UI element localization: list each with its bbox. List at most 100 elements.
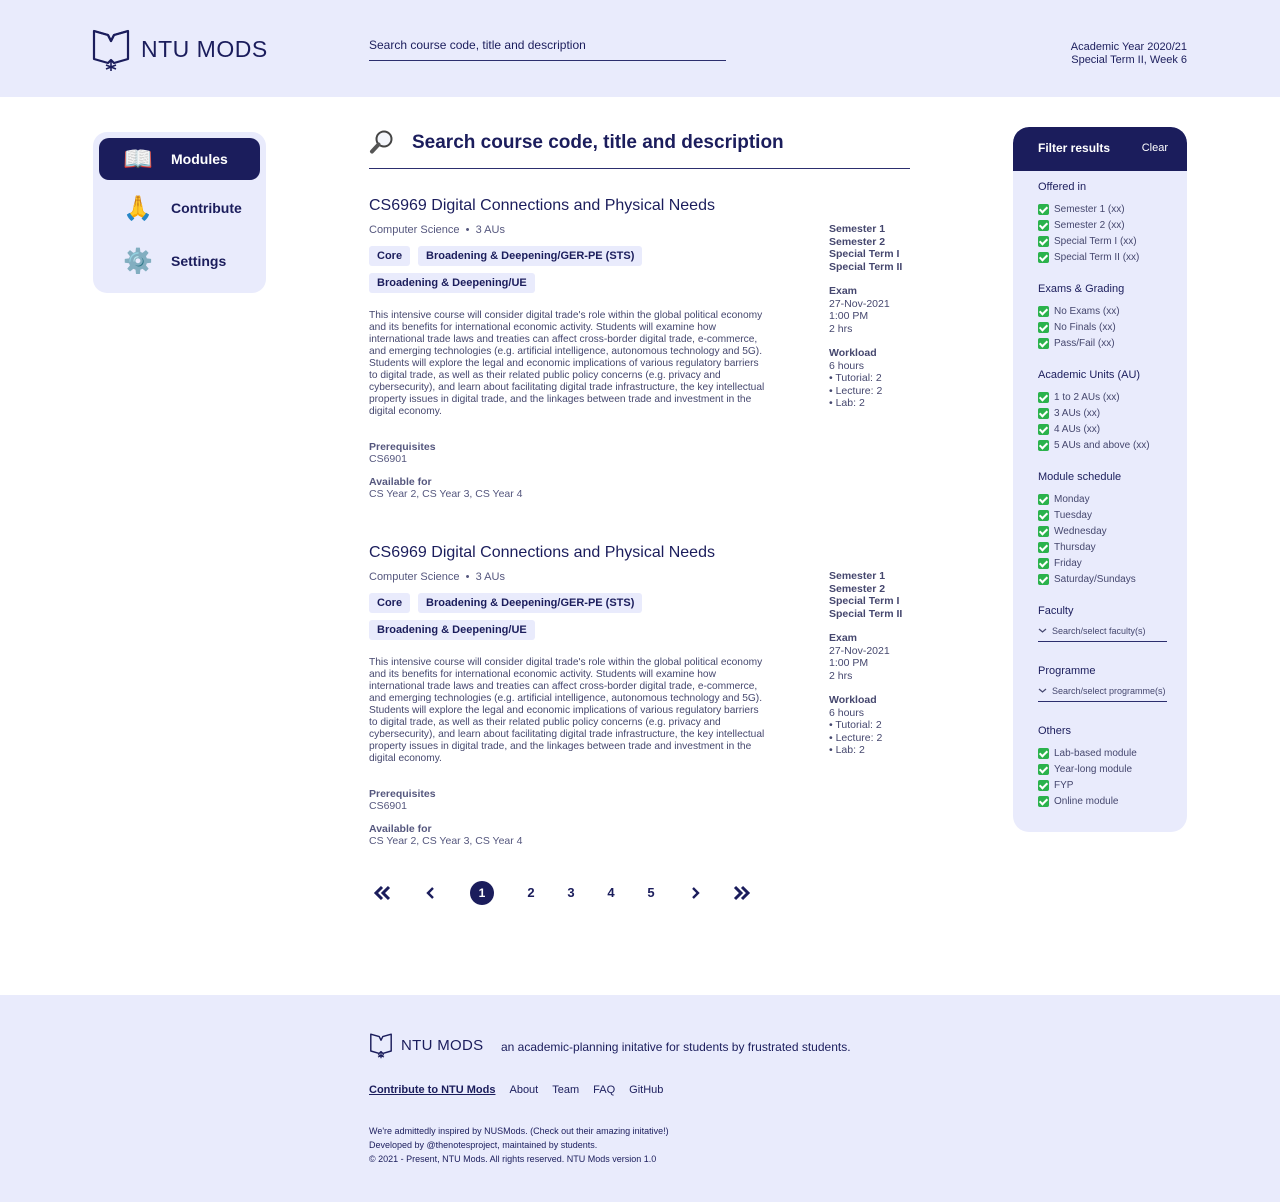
module-card: CS6969 Digital Connections and Physical … xyxy=(369,544,929,854)
footer: NTU MODS an academic-planning initative … xyxy=(0,995,1280,1202)
available-value: CS Year 2, CS Year 3, CS Year 4 xyxy=(369,835,523,847)
tag-ger-pe[interactable]: Broadening & Deepening/GER-PE (STS) xyxy=(418,593,643,613)
tag-ue[interactable]: Broadening & Deepening/UE xyxy=(369,620,535,640)
programme-select[interactable]: Search/select programme(s) xyxy=(1038,686,1167,702)
exam-label: Exam xyxy=(829,632,858,644)
footer-logo[interactable]: NTU MODS xyxy=(369,1031,483,1059)
footer-link-about[interactable]: About xyxy=(509,1084,538,1096)
page-1-button[interactable]: 1 xyxy=(470,881,494,905)
filter-option[interactable]: Semester 1 (xx) xyxy=(1038,203,1125,215)
page-3-button[interactable]: 3 xyxy=(561,880,581,906)
logo[interactable]: NTU MODS xyxy=(91,27,268,71)
filter-option[interactable]: Special Term II (xx) xyxy=(1038,251,1139,263)
filter-option[interactable]: Year-long module xyxy=(1038,763,1132,775)
checkbox-checked-icon xyxy=(1038,779,1049,791)
filter-option[interactable]: Wednesday xyxy=(1038,525,1107,537)
page-5-button[interactable]: 5 xyxy=(641,880,661,906)
footer-link-faq[interactable]: FAQ xyxy=(593,1084,615,1096)
filter-option[interactable]: Lab-based module xyxy=(1038,747,1137,759)
tag-ger-pe[interactable]: Broadening & Deepening/GER-PE (STS) xyxy=(418,246,643,266)
page-2-button[interactable]: 2 xyxy=(521,880,541,906)
filter-option[interactable]: FYP xyxy=(1038,779,1073,791)
checkbox-checked-icon xyxy=(1038,321,1049,333)
workload-hours: 6 hours xyxy=(829,359,865,372)
available-label: Available for xyxy=(369,823,432,835)
module-meta: Computer Science • 3 AUs xyxy=(369,224,505,236)
page-4-button[interactable]: 4 xyxy=(601,880,621,906)
filter-option[interactable]: Thursday xyxy=(1038,541,1096,553)
logo-text: NTU MODS xyxy=(141,35,268,62)
tag-core[interactable]: Core xyxy=(369,246,411,266)
filter-option[interactable]: 3 AUs (xx) xyxy=(1038,407,1100,419)
footer-link-team[interactable]: Team xyxy=(552,1084,579,1096)
pagination: 1 2 3 4 5 xyxy=(369,880,769,906)
filter-option[interactable]: Pass/Fail (xx) xyxy=(1038,337,1115,349)
clear-filters-button[interactable]: Clear xyxy=(1142,142,1168,154)
filter-option[interactable]: Friday xyxy=(1038,557,1082,569)
option-label: No Finals (xx) xyxy=(1054,321,1116,333)
filter-option[interactable]: Saturday/Sundays xyxy=(1038,573,1136,585)
option-label: Lab-based module xyxy=(1054,747,1137,759)
filter-option[interactable]: Special Term I (xx) xyxy=(1038,235,1137,247)
option-label: Friday xyxy=(1054,557,1082,569)
section-exams: Exams & Grading xyxy=(1038,283,1125,295)
filter-option[interactable]: Tuesday xyxy=(1038,509,1092,521)
next-page-button[interactable] xyxy=(684,880,704,906)
filter-title: Filter results xyxy=(1038,141,1111,155)
tag-ue[interactable]: Broadening & Deepening/UE xyxy=(369,273,535,293)
header-search-input[interactable]: Search course code, title and descriptio… xyxy=(369,38,726,61)
workload-lab: • Lab: 2 xyxy=(829,397,865,409)
filter-option[interactable]: 1 to 2 AUs (xx) xyxy=(1038,391,1120,403)
checkbox-checked-icon xyxy=(1038,573,1049,585)
option-label: FYP xyxy=(1054,779,1074,791)
filter-option[interactable]: No Finals (xx) xyxy=(1038,321,1116,333)
footer-logo-text: NTU MODS xyxy=(401,1036,484,1054)
option-label: 1 to 2 AUs (xx) xyxy=(1054,391,1120,403)
tag-core[interactable]: Core xyxy=(369,593,411,613)
module-title[interactable]: CS6969 Digital Connections and Physical … xyxy=(369,197,715,215)
chevron-down-icon xyxy=(1038,626,1048,636)
book-icon: 📖 xyxy=(123,145,153,173)
filter-header: Filter results Clear xyxy=(1013,127,1187,171)
checkbox-checked-icon xyxy=(1038,493,1049,505)
sidebar-item-modules[interactable]: 📖 Modules xyxy=(99,138,260,180)
sidebar-item-contribute[interactable]: 🙏 Contribute xyxy=(99,187,260,229)
footer-links: Contribute to NTU Mods About Team FAQ Gi… xyxy=(369,1084,677,1096)
option-label: 4 AUs (xx) xyxy=(1054,423,1101,435)
module-side-info: Semester 1 Semester 2 Special Term I Spe… xyxy=(829,223,939,410)
filter-option[interactable]: Monday xyxy=(1038,493,1090,505)
workload-label: Workload xyxy=(829,347,877,359)
footer-copyright: © 2021 - Present, NTU Mods. All rights r… xyxy=(369,1154,657,1164)
workload-tutorial: • Tutorial: 2 xyxy=(829,719,882,731)
workload-hours: 6 hours xyxy=(829,706,865,719)
meta-separator: • xyxy=(462,224,473,236)
available-label: Available for xyxy=(369,476,432,488)
special-term-1: Special Term I xyxy=(829,248,900,260)
filter-option[interactable]: 5 AUs and above (xx) xyxy=(1038,439,1150,451)
exam-date: 27-Nov-2021 xyxy=(829,644,890,657)
option-label: 5 AUs and above (xx) xyxy=(1054,439,1150,451)
module-faculty: Computer Science xyxy=(369,224,460,236)
semester-2: Semester 2 xyxy=(829,235,886,248)
footer-link-github[interactable]: GitHub xyxy=(629,1084,663,1096)
module-title[interactable]: CS6969 Digital Connections and Physical … xyxy=(369,544,715,562)
workload-label: Workload xyxy=(829,694,877,706)
filter-option[interactable]: 4 AUs (xx) xyxy=(1038,423,1100,435)
filter-option[interactable]: No Exams (xx) xyxy=(1038,305,1120,317)
prev-page-button[interactable] xyxy=(420,880,440,906)
workload-lab: • Lab: 2 xyxy=(829,744,865,756)
faculty-select[interactable]: Search/select faculty(s) xyxy=(1038,626,1167,642)
sidebar-item-settings[interactable]: ⚙️ Settings xyxy=(99,240,260,282)
footer-link-contribute[interactable]: Contribute to NTU Mods xyxy=(369,1084,495,1096)
main-search-bar[interactable]: Search course code, title and descriptio… xyxy=(369,127,910,169)
last-page-button[interactable] xyxy=(729,880,755,906)
first-page-button[interactable] xyxy=(369,880,395,906)
checkbox-checked-icon xyxy=(1038,423,1049,435)
module-aus: 3 AUs xyxy=(475,224,505,236)
checkbox-checked-icon xyxy=(1038,509,1049,521)
filter-option[interactable]: Online module xyxy=(1038,795,1118,807)
option-label: Special Term II (xx) xyxy=(1054,251,1140,263)
filter-option[interactable]: Semester 2 (xx) xyxy=(1038,219,1125,231)
section-faculty: Faculty xyxy=(1038,605,1074,617)
option-label: Semester 1 (xx) xyxy=(1054,203,1125,215)
